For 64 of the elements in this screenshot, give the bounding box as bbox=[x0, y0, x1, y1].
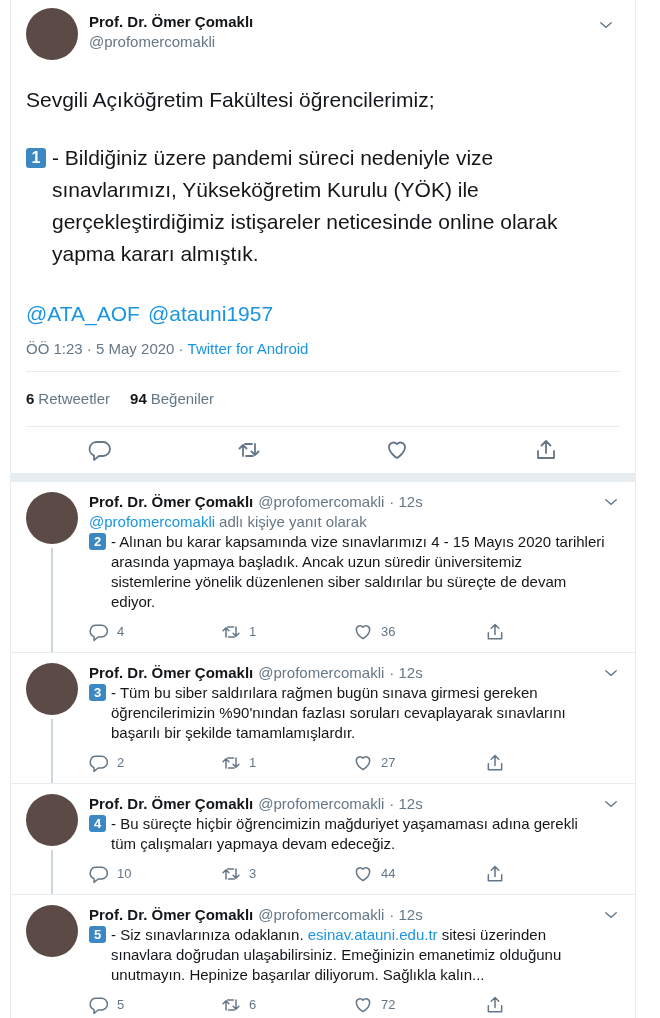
number-badge: 1 bbox=[26, 148, 46, 168]
retweet-count: 6 bbox=[249, 996, 257, 1014]
number-badge: 4 bbox=[89, 815, 106, 832]
share-icon[interactable] bbox=[485, 995, 505, 1015]
tweet-text: - Bu süreçte hiçbir öğrencimizin mağduriyet yaşamaması adına gerekli tüm çalışmaları yapmaya devam edeceğiz. bbox=[111, 814, 579, 854]
avatar bbox=[26, 8, 78, 60]
mention-link[interactable]: @atauni1957 bbox=[147, 298, 274, 330]
author-name[interactable]: Prof. Dr. Ömer Çomaklı bbox=[89, 905, 254, 925]
tweet-timestamp[interactable]: · 12s bbox=[389, 905, 423, 925]
heart-icon[interactable] bbox=[353, 753, 373, 773]
mention-link[interactable]: @ATA_AOF bbox=[26, 298, 140, 330]
tweet-timestamp[interactable]: · 12s bbox=[389, 794, 423, 814]
author-name[interactable]: Prof. Dr. Ömer Çomaklı bbox=[89, 663, 254, 683]
tweet-timestamp[interactable]: ÖÖ 1:23 · 5 May 2020 · bbox=[26, 338, 184, 361]
avatar bbox=[26, 905, 78, 957]
heart-icon[interactable] bbox=[353, 995, 373, 1015]
reply-context: adlı kişiye yanıt olarak bbox=[219, 512, 367, 532]
reply-icon[interactable] bbox=[89, 622, 109, 642]
author-handle[interactable]: @profomercomakli bbox=[258, 794, 385, 814]
number-badge: 3 bbox=[89, 684, 106, 701]
tweet-text: Sevgili Açıköğretim Fakültesi öğrencilerimiz; bbox=[26, 87, 435, 113]
mention-link[interactable]: @profomercomakli bbox=[89, 512, 216, 532]
like-count: 36 bbox=[381, 623, 396, 641]
reply-count: 2 bbox=[117, 754, 125, 772]
like-count: 44 bbox=[381, 865, 396, 883]
retweet-count: 1 bbox=[249, 754, 257, 772]
reply-icon[interactable] bbox=[89, 864, 109, 884]
author-handle[interactable]: @profomercomakli bbox=[258, 492, 385, 512]
tweet-text: - Bildiğiniz üzere pandemi süreci nedeniyle vize sınavlarımızı, Yükseköğretim Kurulu (YÖK) ile gerçekleştirdiğimiz istişareler neticesinde online olarak yapma kararı almıştık. bbox=[52, 145, 559, 267]
share-icon[interactable] bbox=[485, 622, 505, 642]
tweet-text: - Tüm bu siber saldırılara rağmen bugün sınava girmesi gereken öğrencilerimizin %90'nından fazlası soruları cevaplayarak sınavlarını başarılı bir şekilde tamamlamışlardır. bbox=[111, 683, 567, 743]
avatar bbox=[26, 663, 78, 715]
reply-icon[interactable] bbox=[89, 995, 109, 1015]
author-handle[interactable]: @profomercomakli bbox=[258, 905, 385, 925]
stat-link[interactable]: 94 Beğeniler bbox=[130, 387, 215, 410]
share-icon[interactable] bbox=[485, 753, 505, 773]
avatar bbox=[26, 794, 78, 846]
author-name[interactable]: Prof. Dr. Ömer Çomaklı bbox=[89, 12, 254, 32]
author-handle[interactable]: @profomercomakli bbox=[89, 32, 216, 52]
author-handle[interactable]: @profomercomakli bbox=[258, 663, 385, 683]
retweet-count: 3 bbox=[249, 865, 257, 883]
stat-link[interactable]: 6 Retweetler bbox=[26, 387, 111, 410]
tweet-timestamp[interactable]: · 12s bbox=[389, 663, 423, 683]
reply-count: 5 bbox=[117, 996, 125, 1014]
reply-count: 4 bbox=[117, 623, 125, 641]
avatar bbox=[26, 492, 78, 544]
share-icon[interactable] bbox=[485, 864, 505, 884]
heart-icon[interactable] bbox=[353, 622, 373, 642]
number-badge: 5 bbox=[89, 926, 106, 943]
retweet-count: 1 bbox=[249, 623, 257, 641]
reply-icon[interactable] bbox=[88, 438, 113, 462]
tweet-timestamp[interactable]: · 12s bbox=[389, 492, 423, 512]
tweet-text: - Alınan bu karar kapsamında vize sınavlarımızı 4 - 15 Mayıs 2020 tarihleri arasında yapmaya başladık. Ancak uzun süredir üniversitemiz sistemlerine yönelik düzenlenen siber saldırılar bu süreçte de devam ediyor. bbox=[111, 532, 605, 612]
tweet-text: - Siz sınavlarınıza odaklanın. esinav.atauni.edu.tr sitesi üzerinden sınavlara doğrudan ulaşabilirsiniz. Emeğinizin emanetimiz olduğunu unutmayın. Hepinize başarılar diliyorum. Sağlıkla kalın... bbox=[111, 925, 563, 985]
author-name[interactable]: Prof. Dr. Ömer Çomaklı bbox=[89, 492, 254, 512]
like-count: 72 bbox=[381, 996, 396, 1014]
like-count: 27 bbox=[381, 754, 396, 772]
url-link[interactable]: esinav.atauni.edu.tr bbox=[307, 926, 438, 943]
number-badge: 2 bbox=[89, 533, 106, 550]
reply-icon[interactable] bbox=[89, 753, 109, 773]
author-name[interactable]: Prof. Dr. Ömer Çomaklı bbox=[89, 794, 254, 814]
reply-count: 10 bbox=[117, 865, 132, 883]
heart-icon[interactable] bbox=[353, 864, 373, 884]
source-link[interactable]: Twitter for Android bbox=[187, 338, 309, 361]
